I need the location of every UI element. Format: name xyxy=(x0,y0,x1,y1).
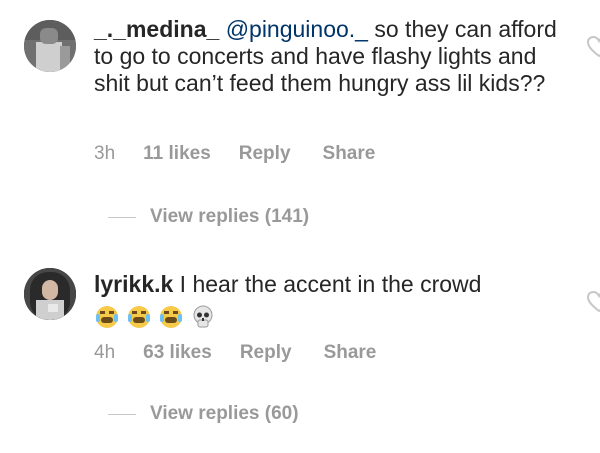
comment-mention[interactable]: @pinguinoo._ xyxy=(226,16,368,42)
comment-body: I hear the accent in the crowd xyxy=(173,271,482,297)
share-button[interactable]: Share xyxy=(324,342,377,364)
heart-shape xyxy=(586,290,600,313)
comment-username[interactable]: lyrikk.k xyxy=(94,271,173,297)
skull-icon xyxy=(193,305,213,328)
replies-divider xyxy=(108,216,136,218)
comment-text: lyrikk.k I hear the accent in the crowd xyxy=(94,271,564,298)
view-replies-button[interactable]: View replies (141) xyxy=(108,206,309,228)
avatar[interactable] xyxy=(24,20,76,72)
comment-meta: 3h 11 likes Reply Share xyxy=(94,143,375,165)
comment-text: _._medina_ @pinguinoo._ so they can affo… xyxy=(94,16,564,97)
heart-outline-icon[interactable] xyxy=(586,289,600,315)
comment-meta: 4h 63 likes Reply Share xyxy=(94,342,376,364)
comment-likes[interactable]: 11 likes xyxy=(143,143,211,165)
face-with-tears-of-joy-icon xyxy=(96,306,118,328)
user-photo-icon xyxy=(24,268,76,320)
avatar[interactable] xyxy=(24,268,76,320)
face-with-tears-of-joy-icon xyxy=(160,306,182,328)
comment-timestamp: 4h xyxy=(94,342,116,363)
view-replies-button[interactable]: View replies (60) xyxy=(108,403,299,425)
user-silhouette-icon xyxy=(24,20,76,72)
comment-timestamp: 3h xyxy=(94,143,116,164)
comment-likes[interactable]: 63 likes xyxy=(143,342,212,364)
face-with-tears-of-joy-icon xyxy=(128,306,150,328)
comment-username[interactable]: _._medina_ xyxy=(94,16,219,42)
reply-button[interactable]: Reply xyxy=(239,143,291,165)
reply-button[interactable]: Reply xyxy=(240,342,292,364)
view-replies-label: View replies (60) xyxy=(150,403,299,424)
heart-shape xyxy=(586,35,600,58)
heart-outline-icon[interactable] xyxy=(586,34,600,60)
view-replies-label: View replies (141) xyxy=(150,206,310,227)
share-button[interactable]: Share xyxy=(323,143,376,165)
replies-divider xyxy=(108,413,136,415)
emoji-row xyxy=(94,304,216,334)
